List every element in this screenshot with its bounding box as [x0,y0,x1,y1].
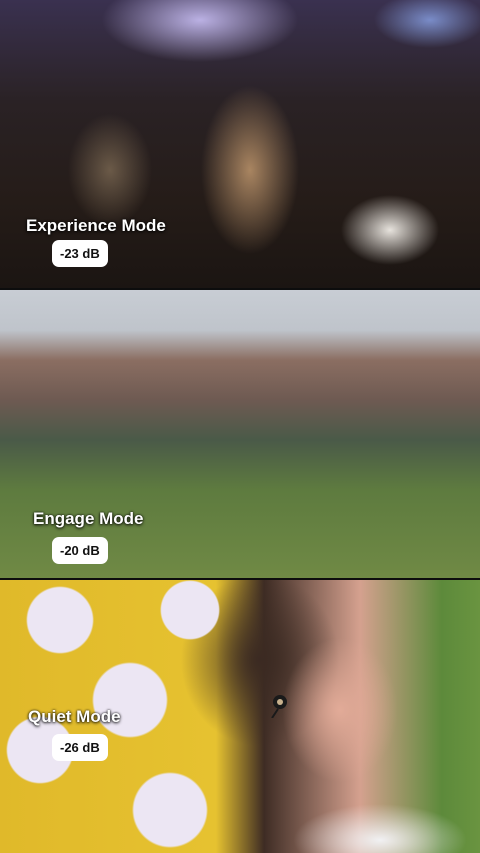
mode-label: Engage Mode [33,509,144,528]
mode-label: Quiet Mode [28,707,121,726]
decibel-badge: -23 dB [52,240,108,267]
experience-mode-panel: Experience Mode -23 dB [0,0,480,288]
festival-stage-image [0,290,480,578]
decibel-badge: -26 dB [52,734,108,761]
engage-mode-panel: Engage Mode -20 dB [0,288,480,578]
mode-label: Experience Mode [26,216,166,235]
decibel-badge: -20 dB [52,537,108,564]
earphone-icon [271,695,287,718]
quiet-mode-panel: Quiet Mode -26 dB [0,578,480,853]
